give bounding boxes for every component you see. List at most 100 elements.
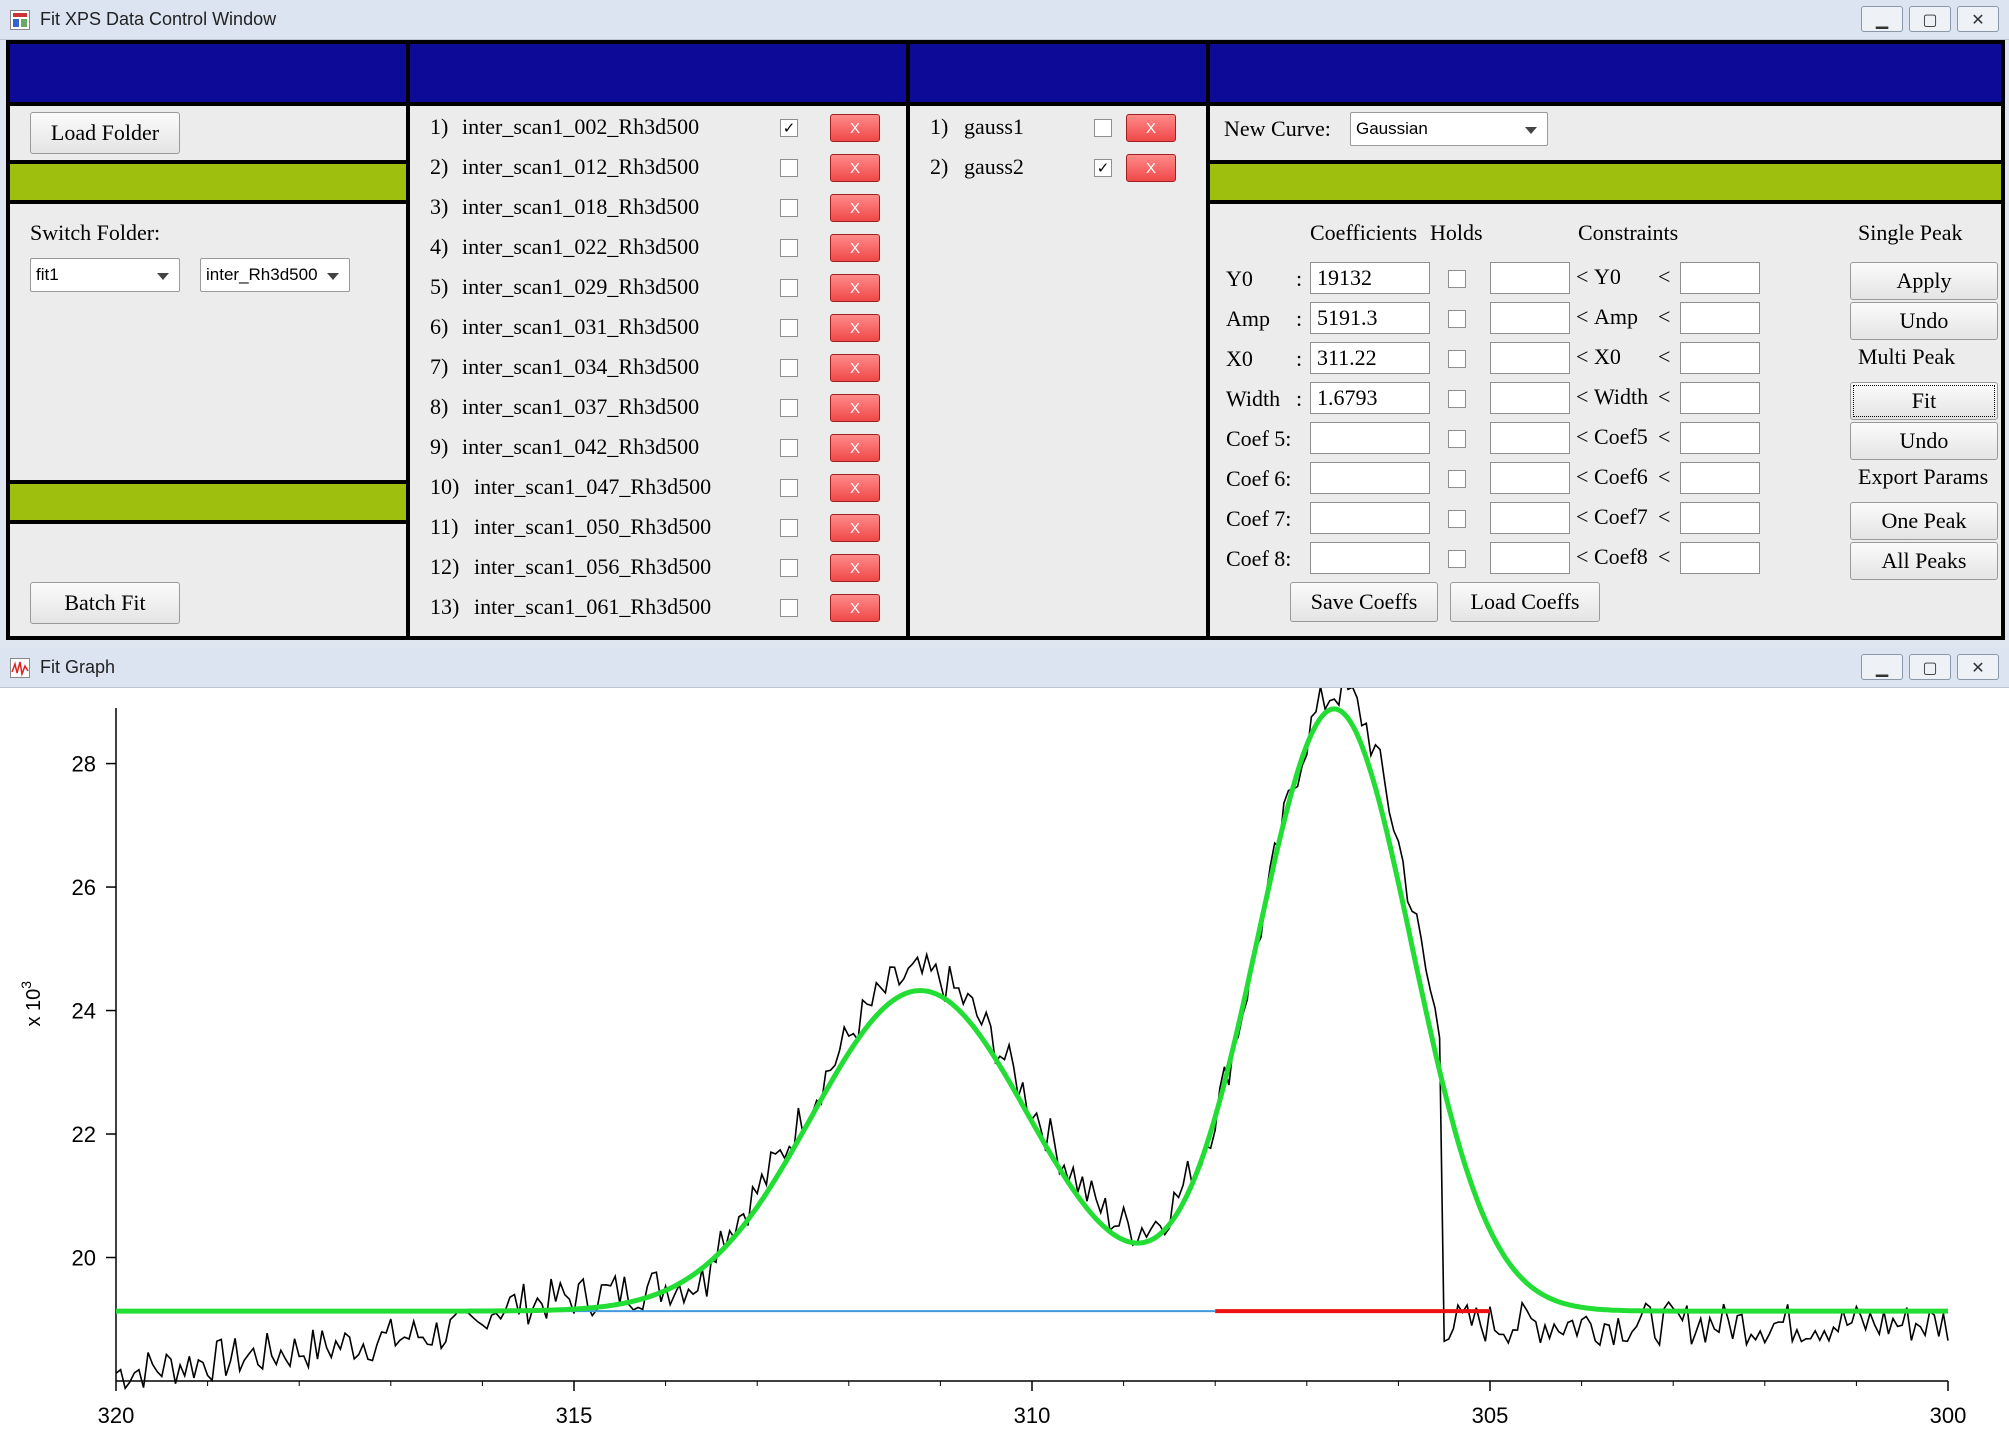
scan-row[interactable]: 10) inter_scan1_047_Rh3d500 X bbox=[410, 468, 906, 508]
constraint-min-input[interactable] bbox=[1490, 462, 1570, 494]
constraint-min-input[interactable] bbox=[1490, 342, 1570, 374]
scan-checkbox[interactable] bbox=[780, 559, 798, 577]
coef-value-input[interactable] bbox=[1310, 502, 1430, 534]
delete-scan-button[interactable]: X bbox=[830, 594, 880, 622]
curve-row[interactable]: 1) gauss1 X bbox=[910, 108, 1206, 148]
close-icon[interactable]: ✕ bbox=[1957, 6, 1999, 32]
constraint-min-input[interactable] bbox=[1490, 262, 1570, 294]
scan-checkbox[interactable] bbox=[780, 439, 798, 457]
one-peak-button[interactable]: One Peak bbox=[1850, 502, 1998, 540]
constraint-max-input[interactable] bbox=[1680, 462, 1760, 494]
scan-checkbox[interactable]: ✓ bbox=[780, 119, 798, 137]
scan-row[interactable]: 11) inter_scan1_050_Rh3d500 X bbox=[410, 508, 906, 548]
new-curve-select[interactable]: Gaussian bbox=[1350, 112, 1548, 146]
hold-checkbox[interactable] bbox=[1448, 390, 1466, 408]
fit-button[interactable]: Fit bbox=[1850, 382, 1998, 420]
coef-value-input[interactable] bbox=[1310, 462, 1430, 494]
delete-scan-button[interactable]: X bbox=[830, 234, 880, 262]
undo-multi-button[interactable]: Undo bbox=[1850, 422, 1998, 460]
subfolder-select[interactable]: inter_Rh3d500 bbox=[200, 258, 350, 292]
delete-scan-button[interactable]: X bbox=[830, 194, 880, 222]
scan-checkbox[interactable] bbox=[780, 519, 798, 537]
coef-value-input[interactable]: 5191.3 bbox=[1310, 302, 1430, 334]
apply-button[interactable]: Apply bbox=[1850, 262, 1998, 300]
save-coeffs-button[interactable]: Save Coeffs bbox=[1290, 582, 1438, 622]
constraint-max-input[interactable] bbox=[1680, 422, 1760, 454]
scan-row[interactable]: 4) inter_scan1_022_Rh3d500 X bbox=[410, 228, 906, 268]
scan-row[interactable]: 9) inter_scan1_042_Rh3d500 X bbox=[410, 428, 906, 468]
scan-row[interactable]: 3) inter_scan1_018_Rh3d500 X bbox=[410, 188, 906, 228]
curve-checkbox[interactable] bbox=[1094, 119, 1112, 137]
coef-value-input[interactable] bbox=[1310, 422, 1430, 454]
constraint-max-input[interactable] bbox=[1680, 262, 1760, 294]
constraint-max-input[interactable] bbox=[1680, 302, 1760, 334]
minimize-icon[interactable]: ▁ bbox=[1861, 6, 1903, 32]
hold-checkbox[interactable] bbox=[1448, 350, 1466, 368]
scan-checkbox[interactable] bbox=[780, 319, 798, 337]
coef-label: Coef 8: bbox=[1226, 546, 1292, 571]
batch-fit-button[interactable]: Batch Fit bbox=[30, 582, 180, 624]
scan-row[interactable]: 2) inter_scan1_012_Rh3d500 X bbox=[410, 148, 906, 188]
delete-curve-button[interactable]: X bbox=[1126, 114, 1176, 142]
scan-row[interactable]: 13) inter_scan1_061_Rh3d500 X bbox=[410, 588, 906, 628]
delete-scan-button[interactable]: X bbox=[830, 154, 880, 182]
hold-checkbox[interactable] bbox=[1448, 270, 1466, 288]
constraint-max-input[interactable] bbox=[1680, 382, 1760, 414]
graph-window-titlebar[interactable]: Fit Graph ▁ ▢ ✕ bbox=[0, 648, 2009, 688]
delete-scan-button[interactable]: X bbox=[830, 354, 880, 382]
maximize-icon[interactable]: ▢ bbox=[1909, 654, 1951, 680]
constraint-max-input[interactable] bbox=[1680, 542, 1760, 574]
hold-checkbox[interactable] bbox=[1448, 310, 1466, 328]
scan-row[interactable]: 8) inter_scan1_037_Rh3d500 X bbox=[410, 388, 906, 428]
scan-checkbox[interactable] bbox=[780, 599, 798, 617]
scan-checkbox[interactable] bbox=[780, 159, 798, 177]
hold-checkbox[interactable] bbox=[1448, 430, 1466, 448]
scan-checkbox[interactable] bbox=[780, 479, 798, 497]
constraint-min-input[interactable] bbox=[1490, 502, 1570, 534]
constraint-min-input[interactable] bbox=[1490, 302, 1570, 334]
scan-row[interactable]: 12) inter_scan1_056_Rh3d500 X bbox=[410, 548, 906, 588]
folder-select[interactable]: fit1 bbox=[30, 258, 180, 292]
curve-row[interactable]: 2) gauss2 ✓ X bbox=[910, 148, 1206, 188]
scan-checkbox[interactable] bbox=[780, 399, 798, 417]
curve-checkbox[interactable]: ✓ bbox=[1094, 159, 1112, 177]
minimize-icon[interactable]: ▁ bbox=[1861, 654, 1903, 680]
delete-scan-button[interactable]: X bbox=[830, 274, 880, 302]
constraint-max-input[interactable] bbox=[1680, 342, 1760, 374]
scan-checkbox[interactable] bbox=[780, 199, 798, 217]
scan-row[interactable]: 6) inter_scan1_031_Rh3d500 X bbox=[410, 308, 906, 348]
scan-checkbox[interactable] bbox=[780, 239, 798, 257]
delete-scan-button[interactable]: X bbox=[830, 394, 880, 422]
constraint-max-input[interactable] bbox=[1680, 502, 1760, 534]
delete-scan-button[interactable]: X bbox=[830, 474, 880, 502]
delete-scan-button[interactable]: X bbox=[830, 554, 880, 582]
coef-value-input[interactable] bbox=[1310, 542, 1430, 574]
hold-checkbox[interactable] bbox=[1448, 470, 1466, 488]
scan-checkbox[interactable] bbox=[780, 279, 798, 297]
delete-curve-button[interactable]: X bbox=[1126, 154, 1176, 182]
delete-scan-button[interactable]: X bbox=[830, 514, 880, 542]
constraint-min-input[interactable] bbox=[1490, 422, 1570, 454]
all-peaks-button[interactable]: All Peaks bbox=[1850, 542, 1998, 580]
scan-row[interactable]: 7) inter_scan1_034_Rh3d500 X bbox=[410, 348, 906, 388]
coef-value-input[interactable]: 1.6793 bbox=[1310, 382, 1430, 414]
close-icon[interactable]: ✕ bbox=[1957, 654, 1999, 680]
delete-scan-button[interactable]: X bbox=[830, 114, 880, 142]
hold-checkbox[interactable] bbox=[1448, 550, 1466, 568]
scan-name: inter_scan1_061_Rh3d500 bbox=[474, 594, 712, 619]
load-folder-button[interactable]: Load Folder bbox=[30, 112, 180, 154]
delete-scan-button[interactable]: X bbox=[830, 314, 880, 342]
undo-single-button[interactable]: Undo bbox=[1850, 302, 1998, 340]
delete-scan-button[interactable]: X bbox=[830, 434, 880, 462]
scan-row[interactable]: 5) inter_scan1_029_Rh3d500 X bbox=[410, 268, 906, 308]
maximize-icon[interactable]: ▢ bbox=[1909, 6, 1951, 32]
scan-checkbox[interactable] bbox=[780, 359, 798, 377]
control-window-titlebar[interactable]: Fit XPS Data Control Window ▁ ▢ ✕ bbox=[0, 0, 2009, 40]
coef-value-input[interactable]: 311.22 bbox=[1310, 342, 1430, 374]
scan-row[interactable]: 1) inter_scan1_002_Rh3d500 ✓ X bbox=[410, 108, 906, 148]
constraint-min-input[interactable] bbox=[1490, 542, 1570, 574]
constraint-min-input[interactable] bbox=[1490, 382, 1570, 414]
hold-checkbox[interactable] bbox=[1448, 510, 1466, 528]
coef-value-input[interactable]: 19132 bbox=[1310, 262, 1430, 294]
load-coeffs-button[interactable]: Load Coeffs bbox=[1450, 582, 1600, 622]
